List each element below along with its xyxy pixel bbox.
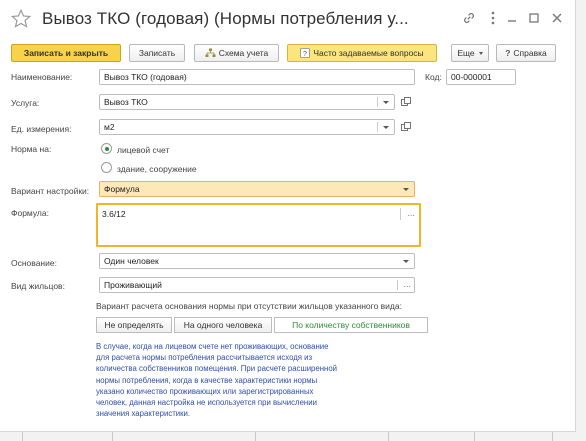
more-button[interactable]: Еще	[451, 44, 489, 62]
link-icon[interactable]	[460, 9, 478, 27]
service-dropdown-icon[interactable]	[378, 95, 394, 109]
favorite-star-icon[interactable]	[10, 8, 32, 30]
service-open-icon[interactable]	[399, 95, 413, 109]
chevron-down-icon	[478, 51, 483, 55]
formula-edit-icon[interactable]: ...	[407, 208, 415, 218]
basis-value: Один человек	[104, 256, 159, 266]
name-label: Наименование:	[11, 72, 73, 82]
formula-value: 3.6/12	[102, 209, 126, 219]
name-input[interactable]: Вывоз ТКО (годовая)	[99, 69, 415, 85]
service-value: Вывоз ТКО	[104, 97, 148, 107]
unit-select[interactable]: м2	[99, 119, 395, 135]
close-icon[interactable]	[548, 9, 566, 27]
maximize-icon[interactable]	[525, 9, 543, 27]
schema-icon	[205, 48, 216, 58]
service-label: Услуга:	[11, 98, 40, 108]
background-area-bottom	[0, 432, 586, 441]
residents-select-icon[interactable]: ...	[403, 279, 411, 289]
accounting-schema-button[interactable]: Схема учета	[194, 44, 279, 62]
variant-dropdown-icon[interactable]	[398, 182, 414, 196]
variant-label: Вариант настройки:	[11, 186, 90, 196]
minimize-icon[interactable]	[503, 9, 521, 27]
name-value: Вывоз ТКО (годовая)	[104, 72, 187, 82]
note-line: указано количество проживающих или зарег…	[96, 386, 314, 396]
norm-option-building[interactable]: здание, сооружение	[117, 164, 197, 174]
save-button[interactable]: Записать	[129, 44, 185, 62]
norm-label: Норма на:	[11, 144, 52, 154]
norm-option-account[interactable]: лицевой счет	[117, 145, 169, 155]
code-label: Код:	[425, 72, 442, 82]
window-title: Вывоз ТКО (годовая) (Нормы потребления у…	[42, 9, 409, 28]
residents-value: Проживающий	[104, 280, 162, 290]
background-area	[576, 0, 586, 441]
unit-label: Ед. измерения:	[11, 124, 72, 134]
calc-caption: Вариант расчета основания нормы при отсу…	[96, 301, 402, 311]
residents-input[interactable]: Проживающий ...	[99, 277, 415, 293]
norm-radio-building[interactable]	[101, 162, 112, 173]
note-line: человек, данная настройка не используетс…	[96, 398, 317, 408]
service-select[interactable]: Вывоз ТКО	[99, 94, 395, 110]
question-icon: ?	[300, 48, 311, 58]
calc-option-owners[interactable]: По количеству собственников	[274, 317, 428, 333]
calc-option-none[interactable]: Не определять	[96, 317, 172, 333]
save-and-close-button[interactable]: Записать и закрыть	[11, 44, 121, 62]
norm-radio-account[interactable]	[101, 143, 112, 154]
basis-select[interactable]: Один человек	[99, 253, 415, 269]
help-button[interactable]: ? Справка	[496, 44, 556, 62]
variant-select[interactable]: Формула	[99, 181, 415, 197]
svg-text:?: ?	[303, 51, 307, 58]
unit-value: м2	[104, 122, 115, 132]
faq-button[interactable]: ? Часто задаваемые вопросы	[287, 44, 437, 62]
help-label: Справка	[513, 48, 547, 58]
accounting-schema-label: Схема учета	[218, 48, 269, 58]
note-line: значения характеристики.	[96, 409, 191, 419]
note-line: для расчета нормы потребления рассчитыва…	[96, 353, 313, 363]
help-icon: ?	[505, 48, 511, 58]
note-line: нормы потребления, когда в качестве хара…	[96, 375, 318, 385]
more-label: Еще	[457, 48, 475, 58]
note-line: количества собственников помещения. При …	[96, 364, 338, 374]
more-vertical-icon[interactable]	[484, 9, 502, 27]
faq-label: Часто задаваемые вопросы	[313, 48, 424, 58]
calc-note: В случае, когда на лицевом счете нет про…	[96, 341, 396, 419]
calc-option-one-person[interactable]: На одного человека	[174, 317, 272, 333]
form-window: Вывоз ТКО (годовая) (Нормы потребления у…	[0, 0, 576, 432]
basis-dropdown-icon[interactable]	[398, 254, 414, 268]
formula-label: Формула:	[11, 208, 49, 218]
unit-open-icon[interactable]	[399, 120, 413, 134]
formula-input[interactable]: 3.6/12 ...	[96, 203, 421, 247]
code-value: 00-000001	[451, 72, 492, 82]
code-input[interactable]: 00-000001	[446, 69, 516, 85]
unit-dropdown-icon[interactable]	[378, 120, 394, 134]
variant-value: Формула	[104, 184, 140, 194]
basis-label: Основание:	[11, 258, 57, 268]
residents-label: Вид жильцов:	[11, 281, 65, 291]
note-line: В случае, когда на лицевом счете нет про…	[96, 342, 329, 351]
